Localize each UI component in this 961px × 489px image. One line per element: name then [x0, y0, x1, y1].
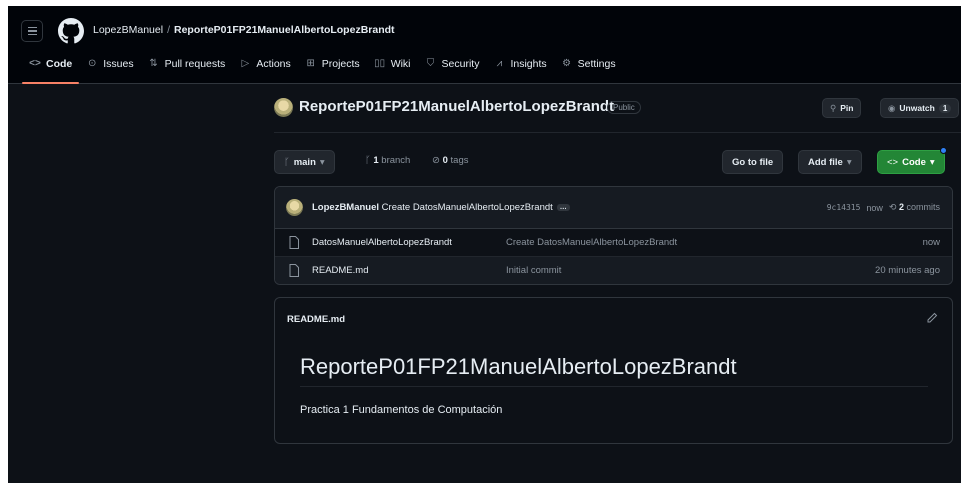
code-toolbar: ᚴ main ▾ ᚴ 1 branch ⊘ 0 tags Go to file Ad… [274, 147, 961, 174]
branch-name: main [293, 156, 316, 168]
github-logo-icon[interactable] [58, 18, 84, 44]
commit-time: now [866, 202, 883, 213]
file-time: 20 minutes ago [875, 265, 940, 276]
eye-icon: ◉ [888, 102, 896, 113]
tab-wiki[interactable]: ▯▯ Wiki [367, 58, 418, 84]
branch-count: 1 [373, 155, 379, 166]
commit-meta: 9c14315 now ⟲ 2 commits [827, 202, 940, 213]
breadcrumb-owner-link[interactable]: LopezBManuel [93, 24, 163, 36]
table-icon: ⊞ [306, 58, 315, 69]
file-commit-message[interactable]: Initial commit [506, 265, 561, 276]
repo-title-bar: ReporteP01FP21ManuelAlbertoLopezBrandt P… [274, 95, 961, 133]
code-icon: <> [29, 58, 41, 69]
commit-author: LopezBManuel Create DatosManuelAlbertoLo… [312, 202, 570, 213]
file-row[interactable]: README.md Initial commit 20 minutes ago [275, 257, 952, 284]
code-icon: <> [887, 156, 899, 168]
expand-commit-button[interactable]: … [556, 203, 570, 211]
file-list: LopezBManuel Create DatosManuelAlbertoLo… [274, 186, 953, 285]
breadcrumb: LopezBManuel / ReporteP01FP21ManuelAlberto… [93, 24, 395, 36]
pin-label: Pin [840, 103, 854, 113]
branch-word: branch [381, 155, 411, 166]
commit-author-link[interactable]: LopezBManuel [312, 202, 379, 213]
readme-filename[interactable]: README.md [287, 314, 345, 325]
owner-avatar[interactable] [274, 98, 293, 117]
pin-button[interactable]: ⚲ Pin [822, 98, 862, 118]
go-to-file-button[interactable]: Go to file [722, 150, 784, 174]
readme-title: ReporteP01FP21ManuelAlbertoLopezBrandt [300, 354, 928, 387]
github-window: LopezBManuel / ReporteP01FP21ManuelAlberto… [8, 6, 961, 483]
tab-label: Projects [321, 58, 360, 70]
graph-icon: ⩘ [496, 58, 503, 69]
code-dropdown-button[interactable]: <> Code ▾ [877, 147, 947, 174]
issue-icon: ⊙ [88, 58, 97, 69]
repo-name[interactable]: ReporteP01FP21ManuelAlbertoLopezBrandt [299, 98, 614, 115]
tab-projects[interactable]: ⊞ Projects [298, 58, 367, 84]
book-icon: ▯▯ [374, 58, 386, 69]
tab-code[interactable]: <> Code [22, 58, 80, 84]
file-name-link[interactable]: README.md [312, 265, 368, 276]
chevron-down-icon: ▾ [846, 156, 852, 168]
notification-dot [939, 147, 947, 154]
commit-hash[interactable]: 9c14315 [827, 203, 861, 212]
unwatch-label: Unwatch [899, 103, 935, 113]
pencil-icon[interactable] [926, 312, 938, 324]
tab-settings[interactable]: ⚙ Settings [554, 58, 623, 84]
commit-author-avatar[interactable] [286, 199, 303, 216]
tag-icon: ⊘ [432, 155, 443, 166]
tab-insights[interactable]: ⩘ Insights [486, 58, 553, 84]
tab-label: Security [441, 58, 480, 70]
watch-count: 1 [938, 103, 952, 113]
tab-security[interactable]: ⛉ Security [418, 58, 487, 84]
tab-label: Code [46, 58, 73, 70]
commits-link[interactable]: ⟲ 2 commits [889, 202, 940, 213]
play-icon: ▷ [241, 58, 250, 69]
tab-label: Settings [577, 58, 616, 70]
tab-label: Pull requests [164, 58, 226, 70]
code-button-label: Code [902, 156, 926, 168]
add-file-label: Add file [808, 156, 843, 168]
gear-icon: ⚙ [562, 58, 572, 69]
tab-pull-requests[interactable]: ⇅ Pull requests [141, 58, 233, 84]
file-icon [289, 264, 299, 277]
file-name-link[interactable]: DatosManuelAlbertoLopezBrandt [312, 237, 452, 248]
commit-count: 2 [898, 202, 904, 212]
tab-label: Wiki [390, 58, 411, 70]
pin-icon: ⚲ [830, 102, 837, 113]
latest-commit-row: LopezBManuel Create DatosManuelAlbertoLo… [275, 187, 952, 229]
pull-request-icon: ⇅ [149, 58, 158, 69]
commit-word: commits [906, 202, 941, 212]
repo-nav-tabs: <> Code ⊙ Issues ⇅ Pull requests ▷ Actions ⊞… [22, 58, 623, 84]
readme-panel: README.md ReporteP01FP21ManuelAlbertoLop… [274, 297, 953, 444]
tab-actions[interactable]: ▷ Actions [232, 58, 297, 84]
breadcrumb-separator: / [167, 24, 170, 36]
unwatch-button[interactable]: ◉ Unwatch 1 [880, 98, 960, 118]
tab-label: Actions [256, 58, 291, 70]
branch-select[interactable]: ᚴ main ▾ [274, 150, 335, 174]
breadcrumb-repo-link[interactable]: ReporteP01FP21ManuelAlbertoLopezBrandt [174, 24, 395, 36]
tag-count: 0 [442, 155, 448, 166]
visibility-badge: Public [607, 101, 641, 114]
history-icon: ⟲ [888, 202, 899, 212]
tab-label: Issues [103, 58, 134, 70]
readme-body: Practica 1 Fundamentos de Computación [300, 404, 503, 416]
commit-message[interactable]: Create DatosManuelAlbertoLopezBrandt [382, 202, 553, 213]
branches-link[interactable]: ᚴ 1 branch [365, 155, 410, 166]
tab-issues[interactable]: ⊙ Issues [79, 58, 140, 84]
tags-link[interactable]: ⊘ 0 tags [432, 155, 469, 166]
file-icon [289, 236, 299, 249]
chevron-down-icon: ▾ [929, 156, 935, 168]
add-file-button[interactable]: Add file ▾ [798, 150, 862, 174]
chevron-down-icon: ▾ [319, 156, 325, 168]
tab-label: Insights [510, 58, 547, 70]
hamburger-menu-button[interactable] [21, 20, 43, 42]
global-header: LopezBManuel / ReporteP01FP21ManuelAlberto… [8, 6, 961, 84]
tag-word: tags [450, 155, 469, 166]
file-time: now [922, 237, 940, 248]
branch-icon: ᚴ [284, 156, 290, 168]
file-row[interactable]: DatosManuelAlbertoLopezBrandt Create Dat… [275, 229, 952, 257]
file-commit-message[interactable]: Create DatosManuelAlbertoLopezBrandt [506, 237, 677, 248]
shield-icon: ⛉ [426, 58, 435, 69]
